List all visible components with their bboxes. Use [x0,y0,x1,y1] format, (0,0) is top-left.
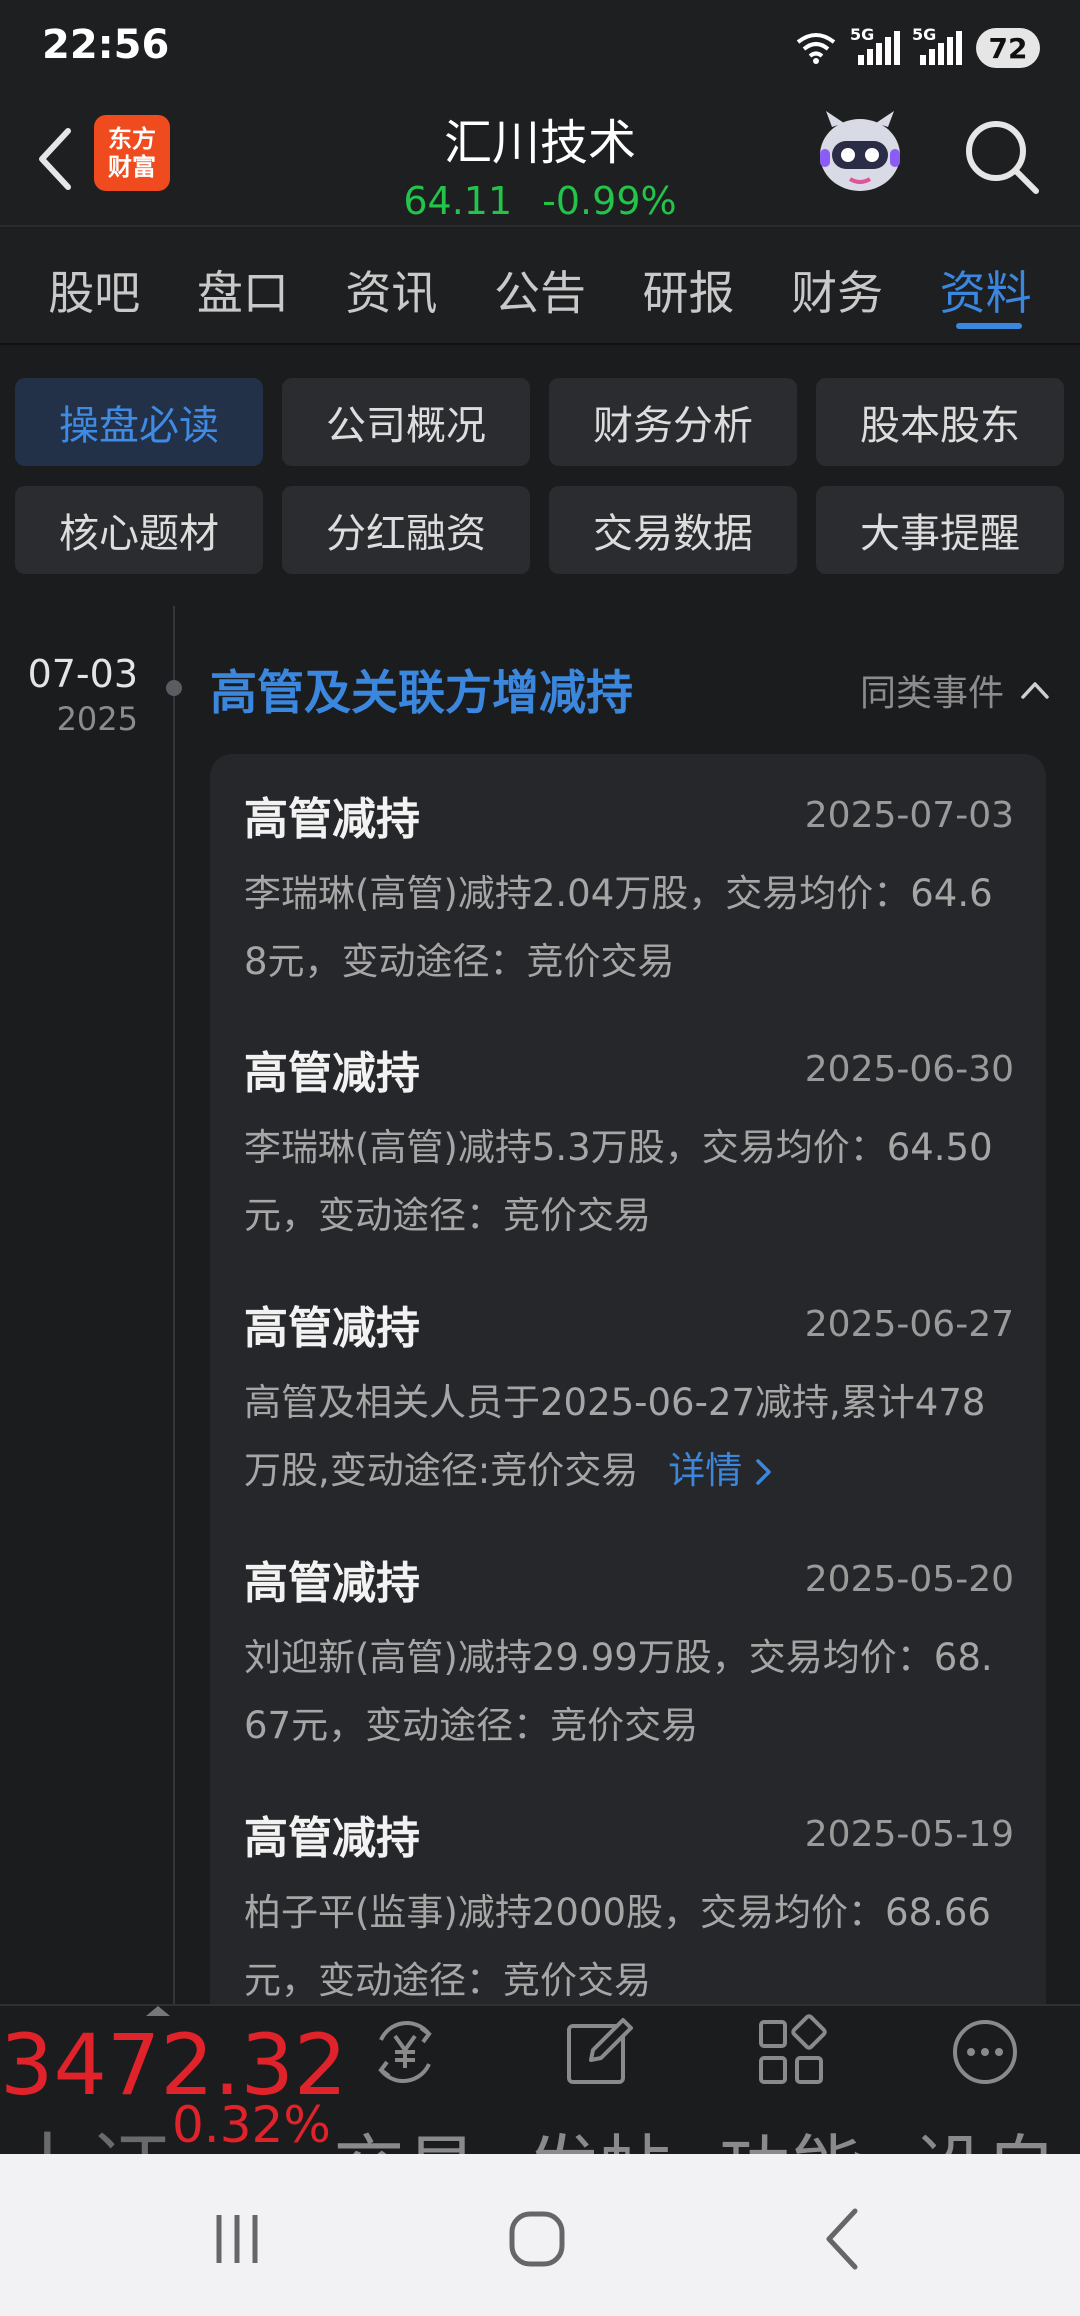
search-icon [966,121,1039,194]
list-item[interactable]: 高管减持 2025-07-03 李瑞琳(高管)减持2.04万股，交易均价：64.… [244,780,1014,996]
tab-finance[interactable]: 财务 [772,229,902,343]
status-icons: 5G 5G 72 [794,25,1040,70]
section-trading-data[interactable]: 交易数据 [549,486,797,574]
section-must-read[interactable]: 操盘必读 [15,378,263,466]
nav-features-button[interactable]: 功能 [716,2014,866,2154]
status-bar: 22:56 5G 5G 72 [0,0,1080,95]
event-title: 高管及关联方增减持 [210,666,633,721]
similar-events-toggle[interactable]: 同类事件 [860,664,1050,716]
yen-cycle-icon [378,2021,432,2083]
stock-header: 东方 财富 汇川技术 64.11 -0.99% [0,95,1080,227]
details-link[interactable]: 详情 [668,1449,774,1492]
robot-assistant-icon[interactable] [812,105,908,201]
chevron-right-icon [756,1459,771,1485]
tab-profile[interactable]: 资料 [921,229,1051,343]
section-company-overview[interactable]: 公司概况 [282,378,530,466]
tab-bar: 股吧 盘口 资讯 公告 研报 财务 资料 [0,229,1080,345]
tab-pankou[interactable]: 盘口 [178,229,308,343]
more-icon [953,2020,1017,2084]
status-time: 22:56 [42,22,170,68]
item-description: 柏子平(监事)减持2000股，交易均价：68.66 元，变动途径：竞价交易 [244,1891,991,2002]
app-logo[interactable]: 东方 财富 [94,115,170,191]
item-date: 2025-07-03 [804,794,1014,836]
index-change: 0.32% [172,2096,331,2154]
system-navigation-bar [0,2154,1080,2316]
home-button[interactable] [492,2194,582,2284]
signal-icon: 5G [850,25,900,65]
item-type: 高管减持 [244,1048,420,1099]
item-date: 2025-05-20 [804,1558,1014,1600]
timeline-dot [166,680,182,696]
search-button[interactable] [960,115,1044,199]
item-date: 2025-05-19 [804,1813,1014,1855]
section-dividends[interactable]: 分红融资 [282,486,530,574]
stock-name: 汇川技术 [443,115,636,171]
wifi-icon [796,33,836,64]
nav-settings-button[interactable]: 设自 [910,2014,1060,2154]
caret-up-icon [146,2006,170,2016]
similar-events-label: 同类事件 [859,673,1004,714]
list-item[interactable]: 高管减持 2025-05-20 刘迎新(高管)减持29.99万股，交易均价：68… [244,1544,1014,1760]
recent-apps-icon [216,2215,258,2263]
chevron-left-icon [39,128,71,190]
section-event-reminders[interactable]: 大事提醒 [816,486,1064,574]
list-item[interactable]: 高管减持 2025-06-27 高管及相关人员于2025-06-27减持,累计4… [244,1289,1014,1505]
nav-trade-button[interactable]: 交易 [330,2014,480,2154]
tab-research[interactable]: 研报 [624,229,754,343]
stock-quote: 64.11 -0.99% [340,179,740,223]
tab-guba[interactable]: 股吧 [29,229,159,343]
tab-announcements[interactable]: 公告 [475,229,605,343]
recent-apps-button[interactable] [192,2194,282,2284]
back-arrow-icon [826,2208,858,2270]
chevron-up-icon [1021,682,1049,699]
bottom-bar: 上证 3472.32 0.32% 交易 发帖 功能 [0,2004,1080,2154]
stock-title: 汇川技术 64.11 -0.99% [340,103,740,223]
item-description: 李瑞琳(高管)减持5.3万股，交易均价：64.50 元，变动途径：竞价交易 [244,1126,993,1237]
item-type: 高管减持 [244,1558,420,1609]
home-icon [509,2211,565,2267]
timeline-date: 07-03 [27,652,138,696]
list-item[interactable]: 高管减持 2025-05-19 柏子平(监事)减持2000股，交易均价：68.6… [244,1799,1014,2015]
tab-news[interactable]: 资讯 [326,229,456,343]
list-item[interactable]: 高管减持 2025-06-30 李瑞琳(高管)减持5.3万股，交易均价：64.5… [244,1034,1014,1250]
section-shareholders[interactable]: 股本股东 [816,378,1064,466]
stock-price: 64.11 [403,179,513,223]
item-description: 刘迎新(高管)减持29.99万股，交易均价：68. 67元，变动途径：竞价交易 [244,1636,993,1747]
nav-post-button[interactable]: 发帖 [524,2014,674,2154]
profile-sections: 操盘必读 公司概况 财务分析 股本股东 核心题材 分红融资 交易数据 大事提醒 [15,378,1065,574]
stock-change: -0.99% [542,179,677,223]
section-core-themes[interactable]: 核心题材 [15,486,263,574]
item-description: 李瑞琳(高管)减持2.04万股，交易均价：64.6 8元，变动途径：竞价交易 [244,872,993,983]
section-financial-analysis[interactable]: 财务分析 [549,378,797,466]
item-date: 2025-06-27 [804,1303,1014,1345]
timeline-line [173,606,175,2006]
event-card: 高管减持 2025-07-03 李瑞琳(高管)减持2.04万股，交易均价：64.… [210,754,1046,2054]
signal-icon-2: 5G [912,25,962,65]
back-button[interactable] [24,117,84,201]
item-description: 高管及相关人员于2025-06-27减持,累计478 万股,变动途径:竞价交易详… [244,1381,986,1492]
item-type: 高管减持 [244,794,420,845]
battery-icon: 72 [976,28,1040,68]
timeline-year: 2025 [56,700,138,738]
system-back-button[interactable] [796,2194,886,2284]
item-date: 2025-06-30 [804,1048,1014,1090]
edit-icon [567,2018,633,2084]
item-type: 高管减持 [244,1303,420,1354]
apps-icon [759,2014,827,2084]
item-type: 高管减持 [244,1813,420,1864]
